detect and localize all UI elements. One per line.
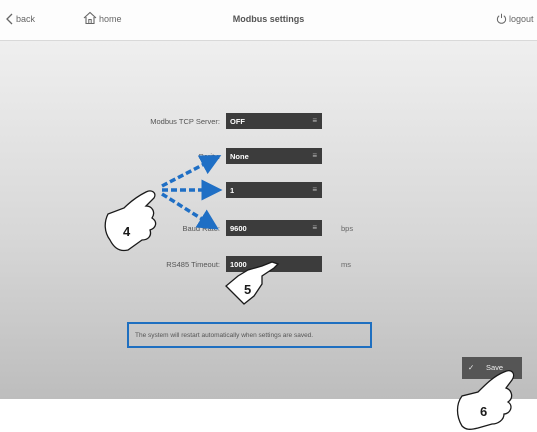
pointing-hand-icon: [225, 261, 280, 305]
pointing-hand-icon: [456, 370, 515, 430]
callout-4-label: 4: [123, 224, 131, 239]
arrow-to-baud-rate: [161, 192, 219, 230]
arrow-to-parity: [161, 155, 222, 188]
callout-6-label: 6: [480, 404, 487, 419]
pointing-hand-icon: [104, 190, 157, 252]
modbus-settings-screen: back home Modbus settings logout Modbus …: [0, 0, 537, 432]
annotation-overlay: 4 5 6: [104, 155, 515, 430]
callout-5-label: 5: [244, 282, 251, 297]
